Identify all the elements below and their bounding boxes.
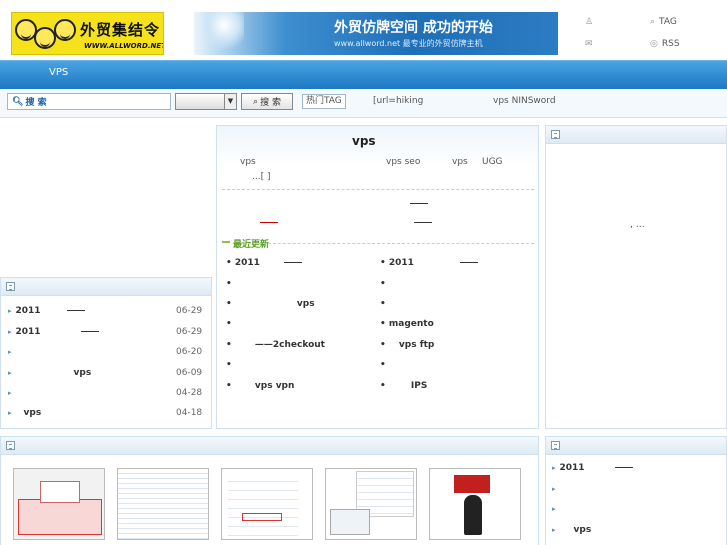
- divider: [410, 203, 428, 204]
- gallery-thumbnail[interactable]: [13, 468, 105, 540]
- logo-url: WWW.ALLWORD.NET: [84, 42, 164, 50]
- rss-icon: ◎: [650, 39, 658, 49]
- item-date: 06-29: [176, 327, 203, 337]
- gallery-thumbnail[interactable]: [221, 468, 313, 540]
- site-logo[interactable]: 外贸集结令 WWW.ALLWORD.NET: [11, 12, 164, 55]
- item-date: 06-20: [176, 347, 203, 357]
- bullet-icon: ▸: [552, 485, 556, 493]
- panel-header: [546, 126, 726, 144]
- side-panel-right: [545, 125, 727, 429]
- divider: [414, 222, 432, 223]
- top-link-rss[interactable]: ◎ RSS: [650, 39, 680, 49]
- hot-tag-label[interactable]: 热门TAG: [302, 94, 346, 109]
- featured-summary: vps seo: [386, 157, 421, 167]
- list-item[interactable]: ▸ 2011: [8, 327, 102, 337]
- chevron-down-icon: ▼: [224, 94, 236, 109]
- hot-tag-link[interactable]: vps NINSword: [493, 96, 556, 106]
- banner-subline: www.allword.net 最专业的外贸仿牌主机: [334, 39, 483, 48]
- list-item[interactable]: ▸: [8, 388, 16, 398]
- list-item[interactable]: ▸ 2011: [552, 463, 636, 473]
- top-link-tag[interactable]: ⌕ TAG: [650, 17, 677, 27]
- user-icon: ♙: [585, 17, 594, 27]
- nav-item-vps[interactable]: VPS: [49, 67, 68, 78]
- list-item[interactable]: ▸ vps: [8, 408, 41, 418]
- list-item[interactable]: • 2011: [380, 258, 481, 268]
- document-icon: [551, 130, 560, 139]
- gallery-thumbnail[interactable]: [325, 468, 417, 540]
- bullet-icon: ▸: [552, 505, 556, 513]
- search-button[interactable]: ⌕ 搜 索: [241, 93, 293, 110]
- smiley-icon: [34, 27, 56, 49]
- banner-figure: [204, 12, 244, 55]
- featured-title[interactable]: vps: [352, 134, 376, 148]
- bullet-icon: ▸: [8, 409, 12, 417]
- list-item[interactable]: ▸: [8, 347, 16, 357]
- list-item[interactable]: ▸: [552, 504, 560, 514]
- bullet-icon: ▸: [8, 328, 12, 336]
- item-date: 06-09: [176, 368, 203, 378]
- gallery-thumbnail[interactable]: [117, 468, 209, 540]
- panel-text: , …: [630, 220, 645, 230]
- document-icon: [6, 441, 15, 450]
- divider: [248, 243, 534, 244]
- highlight-mark: [260, 222, 278, 223]
- search-bar: 🔍︎ 搜 索 ▼ ⌕ 搜 索 热门TAG [url=hiking vps NINSw…: [0, 89, 727, 118]
- item-date: 04-28: [176, 388, 203, 398]
- item-date: 04-18: [176, 408, 203, 418]
- list-item[interactable]: •: [226, 279, 232, 289]
- list-item[interactable]: ▸ vps: [8, 368, 91, 378]
- list-item[interactable]: • 2011: [226, 258, 305, 268]
- top-link-user[interactable]: ♙: [585, 17, 597, 27]
- mail-icon: ✉: [585, 39, 593, 49]
- bullet-icon: ▸: [8, 369, 12, 377]
- header-banner[interactable]: 外贸仿牌空间 成功的开始 www.allword.net 最专业的外贸仿牌主机: [194, 12, 558, 55]
- search-input[interactable]: 🔍︎ 搜 索: [7, 93, 171, 110]
- document-icon: [551, 441, 560, 450]
- document-icon: [6, 282, 15, 291]
- bullet-icon: ▸: [552, 526, 556, 534]
- read-more-link[interactable]: ...[ ]: [252, 172, 270, 182]
- smiley-icon: [54, 19, 76, 41]
- search-scope-select[interactable]: ▼: [175, 93, 237, 110]
- featured-summary: UGG: [482, 157, 503, 167]
- main-nav: VPS: [0, 60, 727, 89]
- section-marker: [222, 241, 230, 243]
- top-link-mail[interactable]: ✉: [585, 39, 597, 49]
- banner-headline: 外贸仿牌空间 成功的开始: [334, 20, 493, 36]
- search-icon: 🔍︎: [12, 96, 24, 107]
- hot-tag-link[interactable]: [url=hiking: [373, 96, 423, 106]
- featured-summary: vps: [240, 157, 256, 167]
- list-item[interactable]: ▸ 2011: [8, 306, 88, 316]
- search-icon: ⌕: [253, 96, 259, 107]
- panel-header: [1, 437, 538, 455]
- list-item[interactable]: •: [380, 279, 386, 289]
- bullet-icon: ▸: [8, 348, 12, 356]
- bullet-icon: ▸: [8, 307, 12, 315]
- bullet-icon: ▸: [8, 389, 12, 397]
- divider: [222, 189, 534, 190]
- panel-header: [546, 437, 726, 455]
- bullet-icon: ▸: [552, 464, 556, 472]
- gallery-thumbnail[interactable]: [429, 468, 521, 540]
- list-item[interactable]: ▸ vps: [552, 525, 591, 535]
- item-date: 06-29: [176, 306, 203, 316]
- panel-header: [1, 278, 211, 296]
- tag-icon: ⌕: [650, 17, 656, 27]
- featured-summary: vps: [452, 157, 468, 167]
- logo-title: 外贸集结令: [80, 21, 161, 39]
- list-item[interactable]: ▸: [552, 484, 560, 494]
